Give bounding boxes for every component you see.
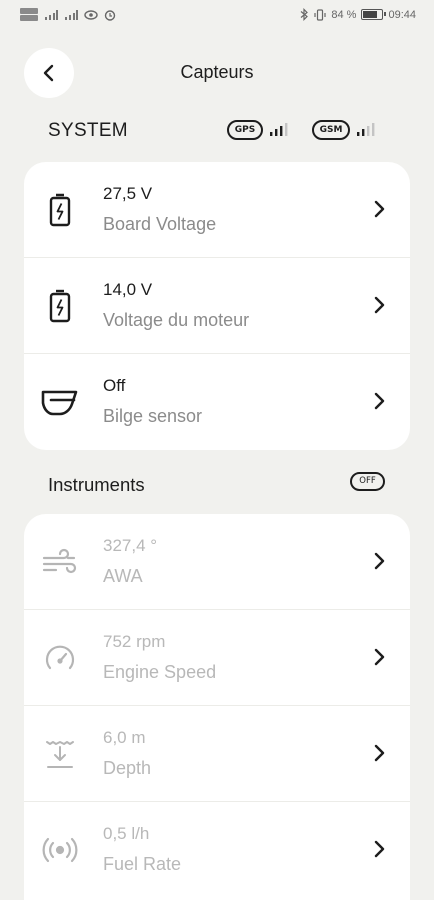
sensor-label: AWA [103, 566, 143, 586]
instruments-section-title: Instruments [48, 474, 145, 495]
signal-bar [362, 129, 365, 136]
battery-percent: 84 % [331, 8, 357, 21]
gps-badge: GPS [227, 120, 263, 140]
signal-bar [275, 129, 278, 136]
chevron-right-icon [372, 646, 386, 668]
sensor-row-engine-voltage[interactable]: 14,0 V Voltage du moteur [24, 258, 410, 354]
gps-signal-icon [270, 123, 288, 136]
sensor-label: Engine Speed [103, 662, 217, 682]
clock: 09:44 [388, 8, 416, 21]
page-title: Capteurs [180, 62, 254, 82]
sensor-row-bilge[interactable]: Off Bilge sensor [24, 354, 410, 450]
chevron-right-icon [372, 550, 386, 572]
sensor-label: Bilge sensor [103, 406, 203, 426]
status-bar: 84 % 09:44 [0, 0, 434, 32]
sensor-row-board-voltage[interactable]: 27,5 V Board Voltage [24, 162, 410, 258]
sensor-value: 27,5 V [103, 184, 153, 203]
sensor-value: 14,0 V [103, 280, 153, 299]
signal-bar [372, 123, 375, 136]
chevron-right-icon [372, 198, 386, 220]
wind-icon [40, 542, 80, 582]
sensor-label: Depth [103, 758, 152, 778]
speedometer-icon [40, 638, 80, 678]
chevron-right-icon [372, 390, 386, 412]
vibrate-icon [314, 8, 326, 21]
sensor-row-fuel-rate[interactable]: 0,5 l/h Fuel Rate [24, 802, 410, 898]
alarm-icon [104, 9, 116, 21]
gsm-signal-icon [357, 123, 375, 136]
sensor-value: 6,0 m [103, 728, 146, 747]
cell-signal-icon [45, 9, 58, 20]
system-card: 27,5 V Board Voltage 14,0 V Voltage du m… [24, 162, 410, 450]
sensor-row-engine-speed[interactable]: 752 rpm Engine Speed [24, 610, 410, 706]
signal-bar [285, 123, 288, 136]
chevron-right-icon [372, 742, 386, 764]
status-bar-left [20, 8, 116, 21]
fuel-rate-icon [40, 830, 80, 870]
sensors-screen: 84 % 09:44 Capteurs SYSTEM GPS GSM 27,5 … [0, 0, 434, 900]
sensor-label: Board Voltage [103, 214, 217, 234]
chevron-right-icon [372, 838, 386, 860]
sensor-value: 0,5 l/h [103, 824, 150, 843]
status-bar-right: 84 % 09:44 [300, 8, 416, 21]
sensor-value: 327,4 ° [103, 536, 158, 555]
sensor-label: Voltage du moteur [103, 310, 250, 330]
cell-signal-2-icon [65, 9, 78, 20]
instruments-toggle[interactable]: OFF [350, 472, 385, 491]
gsm-badge: GSM [312, 120, 350, 140]
bluetooth-icon [301, 8, 309, 21]
battery-charging-icon [40, 286, 80, 326]
signal-bar [270, 132, 273, 136]
sensor-value: Off [103, 376, 126, 395]
battery-icon [361, 9, 387, 20]
battery-charging-icon [40, 190, 80, 230]
eye-icon [84, 9, 98, 20]
signal-bar [367, 126, 370, 136]
sensor-label: Fuel Rate [103, 854, 182, 874]
signal-bar [357, 132, 360, 136]
bilge-sensor-icon [40, 382, 80, 422]
system-section-title: SYSTEM [48, 120, 128, 141]
chevron-right-icon [372, 294, 386, 316]
sensor-row-awa[interactable]: 327,4 ° AWA [24, 514, 410, 610]
sensor-value: 752 rpm [103, 632, 166, 651]
instruments-card: 327,4 ° AWA 752 rpm Engine Speed 6,0 m D… [24, 514, 410, 900]
sensor-row-depth[interactable]: 6,0 m Depth [24, 706, 410, 802]
sim-indicator-icon [20, 8, 38, 21]
depth-icon [40, 734, 80, 774]
signal-bar [280, 126, 283, 136]
